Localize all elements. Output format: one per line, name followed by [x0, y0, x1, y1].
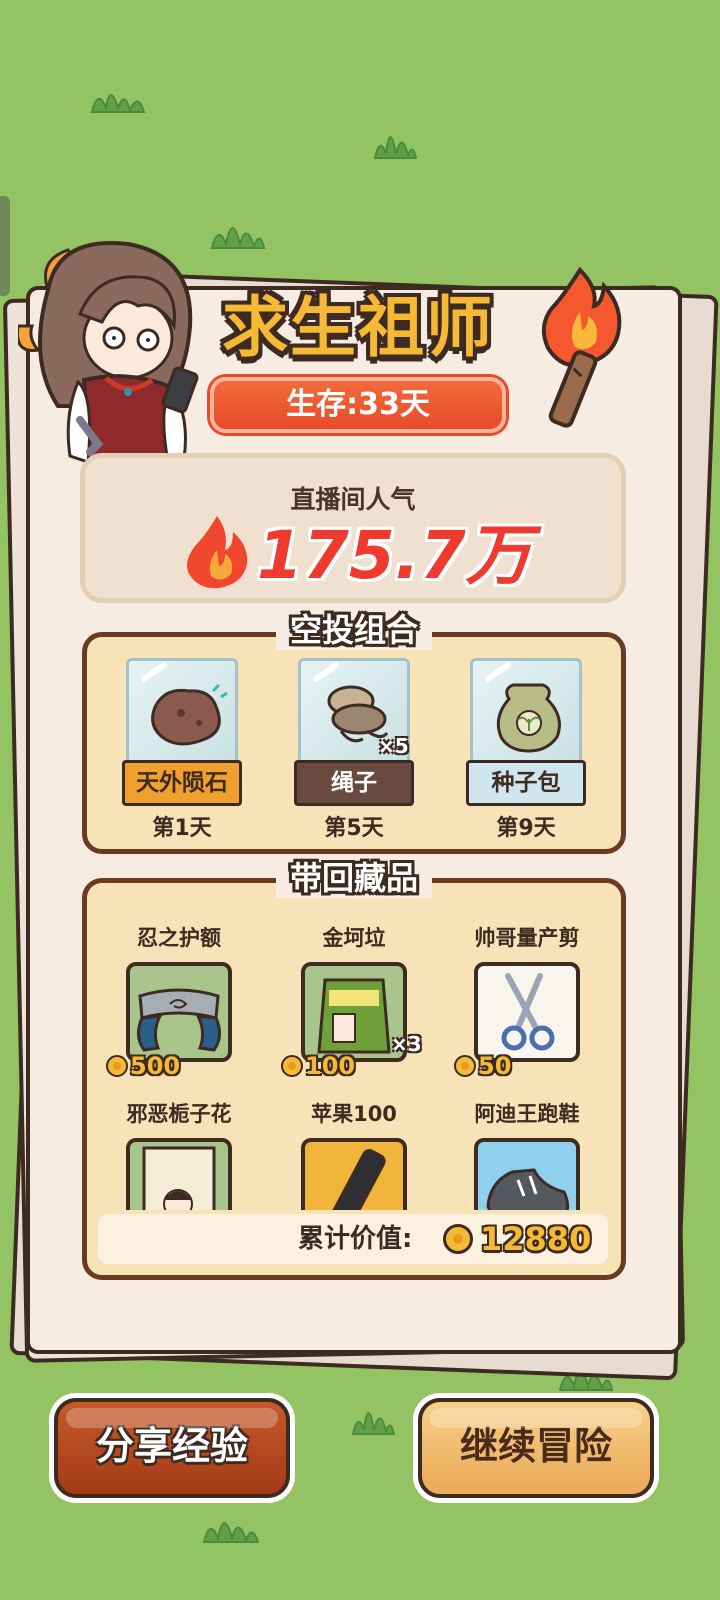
item-name-label: 天外陨石 — [122, 760, 242, 806]
item-day-label: 第5天 — [324, 816, 384, 841]
item-frame — [301, 1138, 407, 1210]
headband-icon — [137, 988, 221, 1052]
item-price: 100 — [281, 1048, 355, 1084]
quantity-badge: ×3 — [391, 1032, 422, 1056]
coin-icon — [443, 1224, 473, 1254]
item-name: 忍之护额 — [137, 926, 221, 950]
coin-icon — [454, 1055, 476, 1077]
item-name: 金坷垃 — [322, 926, 386, 950]
total-value-bar: 累计价值: 12880 — [98, 1214, 608, 1264]
page-title: 求生祖师 — [222, 289, 494, 366]
sneaker-icon — [486, 1168, 570, 1210]
item-price: 500 — [106, 1048, 180, 1084]
torch-icon — [532, 262, 628, 430]
grass-decoration — [350, 1394, 396, 1436]
popularity-value: 175.7万 — [257, 517, 532, 594]
survival-days-badge: 生存:33天 — [210, 377, 506, 433]
item-name: 阿迪王跑鞋 — [474, 1102, 580, 1126]
airdrop-title: 空投组合 — [82, 610, 626, 650]
phone-icon — [322, 1149, 386, 1210]
collection-title: 带回藏品 — [82, 858, 626, 898]
item-frame — [126, 1138, 232, 1210]
item-name: 帅哥量产剪 — [474, 926, 580, 950]
item-slot — [470, 658, 582, 768]
item-frame — [474, 1138, 580, 1210]
book-icon — [142, 1146, 216, 1210]
item-name: 邪恶栀子花 — [126, 1102, 232, 1126]
coin-icon — [281, 1055, 303, 1077]
popularity-panel: 直播间人气 175.7万 — [80, 453, 626, 603]
item-slot — [126, 658, 238, 768]
item-day-label: 第9天 — [496, 816, 556, 841]
side-edge-handle[interactable] — [0, 196, 10, 296]
collection-item[interactable]: 苹果100 — [279, 1098, 429, 1210]
item-frame — [126, 962, 232, 1062]
item-name-label: 种子包 — [466, 760, 586, 806]
collection-grid[interactable]: 忍之护额 500 金坷垃 ×3 100 帅哥量产剪 50 邪恶栀子花 苹果100… — [88, 904, 620, 1210]
collection-item[interactable]: 阿迪王跑鞋 — [452, 1098, 602, 1210]
scissors-icon — [501, 973, 555, 1051]
collection-item[interactable]: 邪恶栀子花 — [104, 1098, 254, 1210]
total-value-label: 累计价值: — [298, 1224, 413, 1254]
collection-item[interactable]: 金坷垃 ×3 100 — [279, 922, 429, 1092]
item-frame — [474, 962, 580, 1062]
total-value-amount: 12880 — [480, 1220, 592, 1258]
coin-icon — [106, 1055, 128, 1077]
item-price: 50 — [454, 1048, 511, 1084]
continue-adventure-button[interactable]: 继续冒险 — [418, 1398, 654, 1498]
grass-decoration — [200, 1504, 262, 1544]
flame-icon — [183, 514, 251, 590]
collection-item[interactable]: 忍之护额 500 — [104, 922, 254, 1092]
grass-decoration — [372, 118, 418, 160]
quantity-badge: ×5 — [378, 734, 409, 758]
fertilizer-bag-icon — [317, 978, 391, 1054]
item-day-label: 第1天 — [152, 816, 212, 841]
share-experience-button[interactable]: 分享经验 — [54, 1398, 290, 1498]
item-name: 苹果100 — [311, 1102, 397, 1126]
grass-decoration — [208, 208, 266, 250]
collection-item[interactable]: 帅哥量产剪 50 — [452, 922, 602, 1092]
item-name-label: 绳子 — [294, 760, 414, 806]
grass-decoration — [88, 78, 148, 114]
popularity-label: 直播间人气 — [290, 485, 416, 514]
